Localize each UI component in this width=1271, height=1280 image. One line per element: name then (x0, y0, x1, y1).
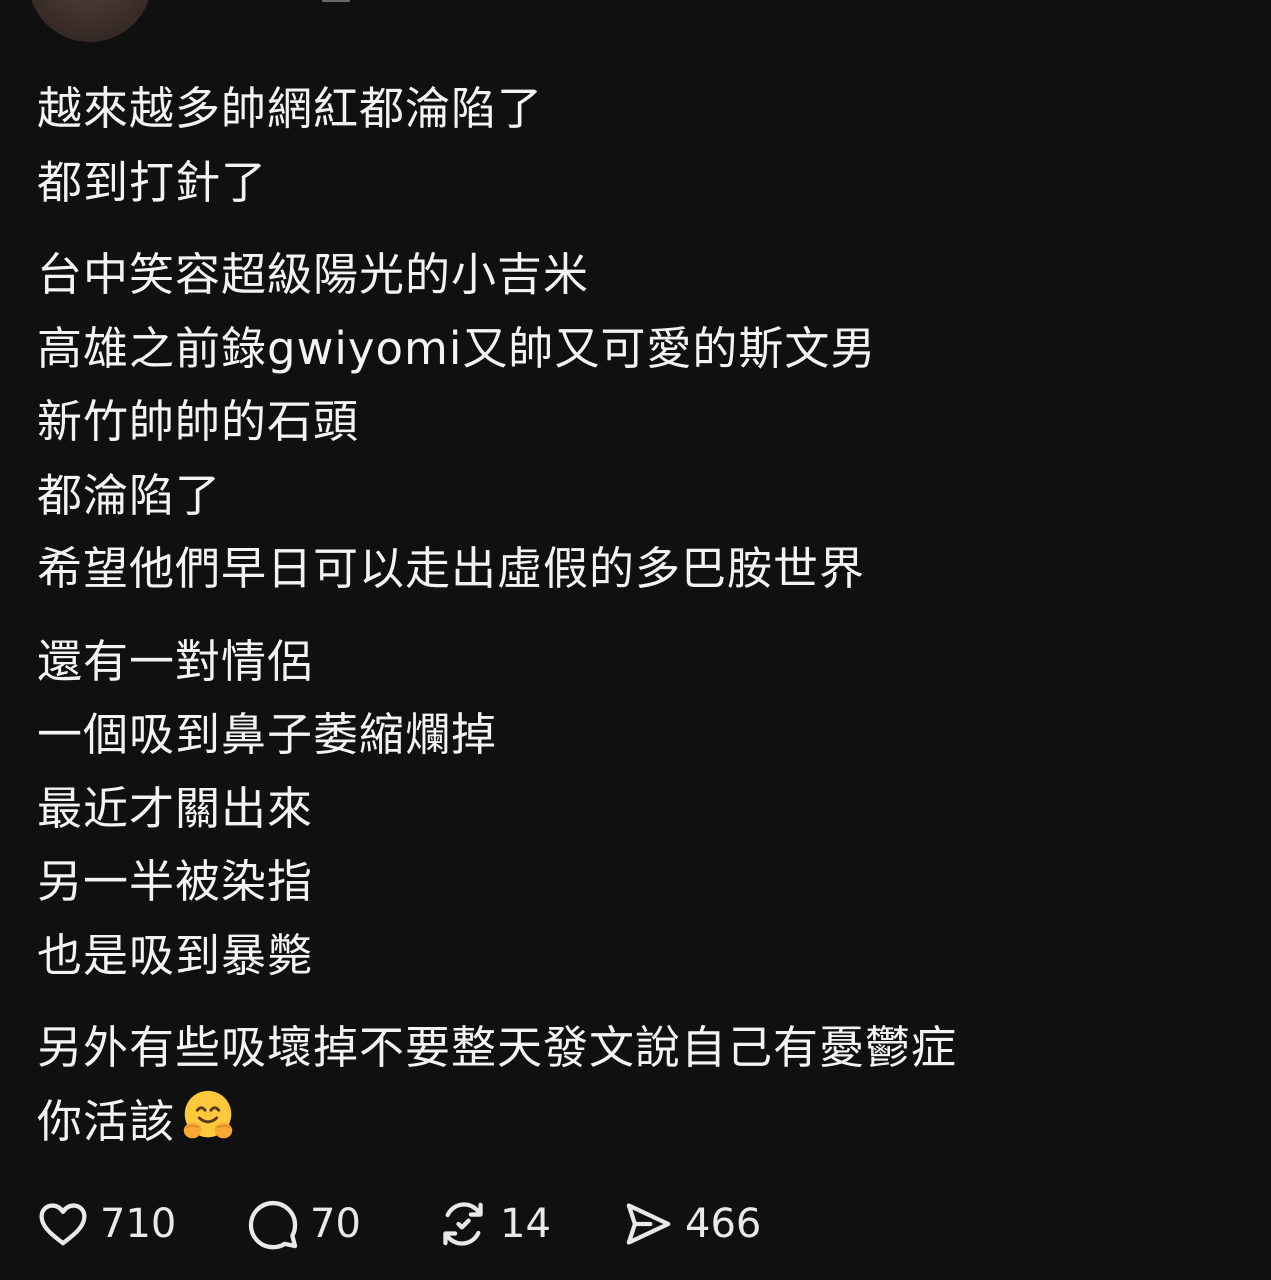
repost-count: 14 (500, 1201, 551, 1247)
post-line: 都到打針了 (37, 155, 268, 209)
repost-button[interactable]: 14 (436, 1194, 551, 1254)
heart-icon (36, 1197, 90, 1251)
like-button[interactable]: 710 (36, 1194, 176, 1254)
post-line: 另一半被染指 (37, 855, 314, 908)
post-line: 希望他們早日可以走出虛假的多巴胺世界 (37, 542, 866, 595)
post-line: 越來越多帥網紅都淪陷了 (37, 82, 544, 135)
comment-icon (246, 1197, 300, 1251)
post-line: 新竹帥帥的石頭 (37, 395, 360, 448)
post-text: 越來越多帥網紅都淪陷了 都到打針了 台中笑容超級陽光的小吉米 高雄之前錄gwiy… (37, 72, 1237, 1187)
post-line: 台中笑容超級陽光的小吉米 (37, 248, 590, 301)
post-paragraph: 還有一對情侶 一個吸到鼻子萎縮爛掉 最近才關出來 另一半被染指 也是吸到暴斃 (37, 625, 1237, 993)
post-line: 一個吸到鼻子萎縮爛掉 (37, 708, 498, 761)
post-line: 最近才關出來 (37, 781, 314, 835)
hugging-face-emoji (177, 1085, 239, 1169)
post-line: 也是吸到暴斃 (37, 928, 314, 982)
share-count: 466 (685, 1201, 762, 1247)
post-paragraph: 越來越多帥網紅都淪陷了 都到打針了 (37, 72, 1237, 219)
post-line: 都淪陷了 (37, 468, 222, 522)
post-line: 高雄之前錄gwiyomi又帥又可愛的斯文男 (37, 321, 877, 375)
share-button[interactable]: 466 (621, 1194, 761, 1254)
username-fragment[interactable] (322, 0, 350, 2)
post-actions: 710 70 14 466 (36, 1194, 1236, 1254)
post-line: 另外有些吸壞掉不要整天發文說自己有憂鬱症 (37, 1021, 958, 1074)
avatar[interactable] (28, 0, 152, 42)
reply-button[interactable]: 70 (246, 1194, 361, 1254)
reply-count: 70 (310, 1201, 361, 1247)
like-count: 710 (100, 1201, 177, 1247)
post-line: 還有一對情侶 (37, 634, 314, 688)
repost-icon (436, 1197, 490, 1251)
post-paragraph: 台中笑容超級陽光的小吉米 高雄之前錄gwiyomi又帥又可愛的斯文男 新竹帥帥的… (37, 238, 1237, 606)
post-line-with-emoji: 你活該 (37, 1085, 1237, 1169)
post-line-text: 你活該 (37, 1094, 176, 1148)
send-icon (621, 1197, 675, 1251)
post-paragraph: 另外有些吸壞掉不要整天發文說自己有憂鬱症 你活該 (37, 1011, 1237, 1168)
